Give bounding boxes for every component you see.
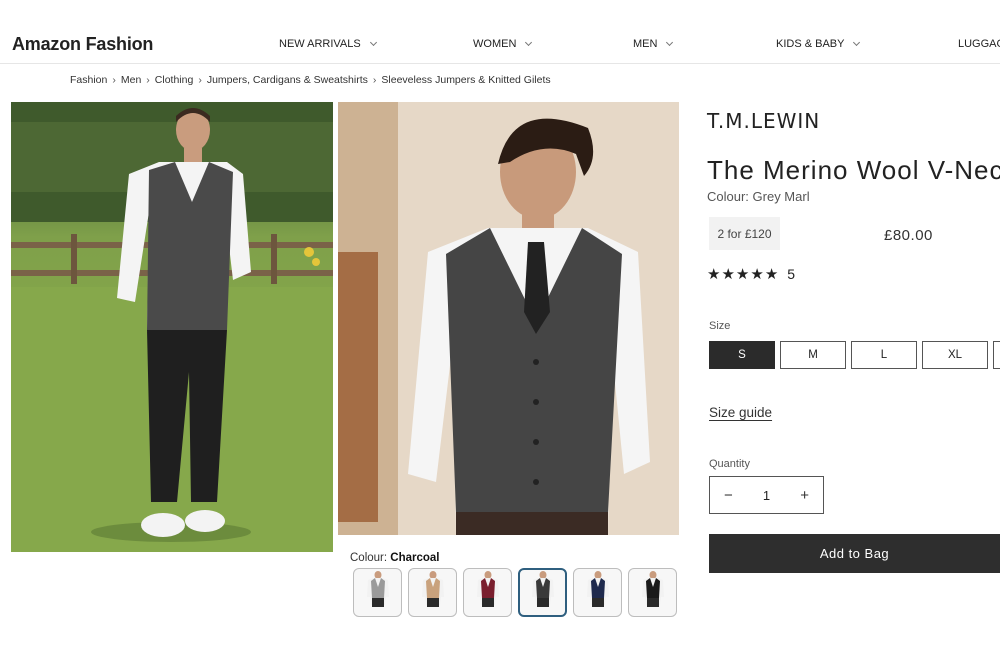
star-icon: ★ [750,264,764,283]
nav-label: NEW ARRIVALS [279,38,361,50]
breadcrumb-separator: › [372,74,377,86]
colour-label-prefix: Colour: [350,552,388,564]
chevron-down-icon [666,38,674,46]
nav-women[interactable]: WOMEN [473,38,533,50]
rating-count: 5 [787,266,796,282]
nav-label: LUGGAG [958,38,1000,50]
quantity-decrease-button[interactable]: − [724,487,733,504]
star-icon: ★ [707,264,721,283]
quantity-stepper: − 1 + [709,476,824,514]
colour-selector-label: Colour: Charcoal [350,552,440,564]
breadcrumb-separator: › [112,74,116,86]
breadcrumb-fashion[interactable]: Fashion [70,74,107,86]
product-photo-studio [338,102,679,535]
breadcrumb-jumpers[interactable]: Jumpers, Cardigans & Sweatshirts [207,74,368,86]
size-options: S M L XL [709,341,1000,369]
offer-badge: 2 for £120 [709,217,780,250]
brand-name[interactable]: T.M.LEWIN [707,109,820,133]
size-s-button[interactable]: S [709,341,775,369]
size-xl-button[interactable]: XL [922,341,988,369]
size-guide-link[interactable]: Size guide [709,405,772,420]
star-icon: ★ [764,264,779,283]
star-icon: ★ [735,264,750,283]
colour-swatches [353,568,677,617]
chevron-down-icon [525,38,533,46]
swatch-black[interactable] [628,568,677,617]
product-image-close-up[interactable] [338,102,679,535]
nav-label: MEN [633,38,658,50]
nav-label: KIDS & BABY [776,38,845,50]
breadcrumb-clothing[interactable]: Clothing [155,74,194,86]
add-to-bag-button[interactable]: Add to Bag [709,534,1000,573]
vest-thumbnail-icon [640,571,666,614]
product-colour: Colour: Grey Marl [707,189,810,204]
breadcrumb-men[interactable]: Men [121,74,141,86]
vest-thumbnail-icon [475,571,501,614]
nav-luggage[interactable]: LUGGAG [958,38,1000,50]
breadcrumb-sleeveless[interactable]: Sleeveless Jumpers & Knitted Gilets [381,74,550,86]
vest-thumbnail-icon [365,571,391,614]
vest-thumbnail-icon [530,571,556,614]
swatch-burgundy[interactable] [463,568,512,617]
nav-men[interactable]: MEN [633,38,674,50]
product-image-full-body[interactable] [11,102,333,552]
nav-label: WOMEN [473,38,517,50]
product-photo-outdoor [11,102,333,552]
vest-thumbnail-icon [585,571,611,614]
star-icon: ★ [721,264,735,283]
swatch-navy[interactable] [573,568,622,617]
breadcrumb-separator: › [198,74,202,86]
site-logo[interactable]: Amazon Fashion [12,34,153,55]
nav-new-arrivals[interactable]: NEW ARRIVALS [279,38,377,50]
size-m-button[interactable]: M [780,341,846,369]
product-price: £80.00 [884,227,933,244]
breadcrumb-separator: › [146,74,150,86]
site-header: Amazon Fashion NEW ARRIVALS WOMEN MEN KI… [0,0,1000,64]
nav-kids-baby[interactable]: KIDS & BABY [776,38,861,50]
selected-colour-name: Charcoal [390,552,440,564]
breadcrumb: Fashion › Men › Clothing › Jumpers, Card… [70,74,551,86]
size-more-button[interactable] [993,341,1000,369]
quantity-increase-button[interactable]: + [800,487,809,504]
size-label: Size [709,320,731,332]
product-title: The Merino Wool V-Neck [707,155,1000,185]
size-l-button[interactable]: L [851,341,917,369]
chevron-down-icon [853,38,861,46]
swatch-camel[interactable] [408,568,457,617]
rating[interactable]: ★ ★ ★ ★ ★ 5 [707,266,795,282]
vest-thumbnail-icon [420,571,446,614]
chevron-down-icon [369,38,377,46]
quantity-label: Quantity [709,458,750,470]
swatch-grey[interactable] [353,568,402,617]
quantity-value[interactable]: 1 [763,488,770,503]
swatch-charcoal[interactable] [518,568,567,617]
